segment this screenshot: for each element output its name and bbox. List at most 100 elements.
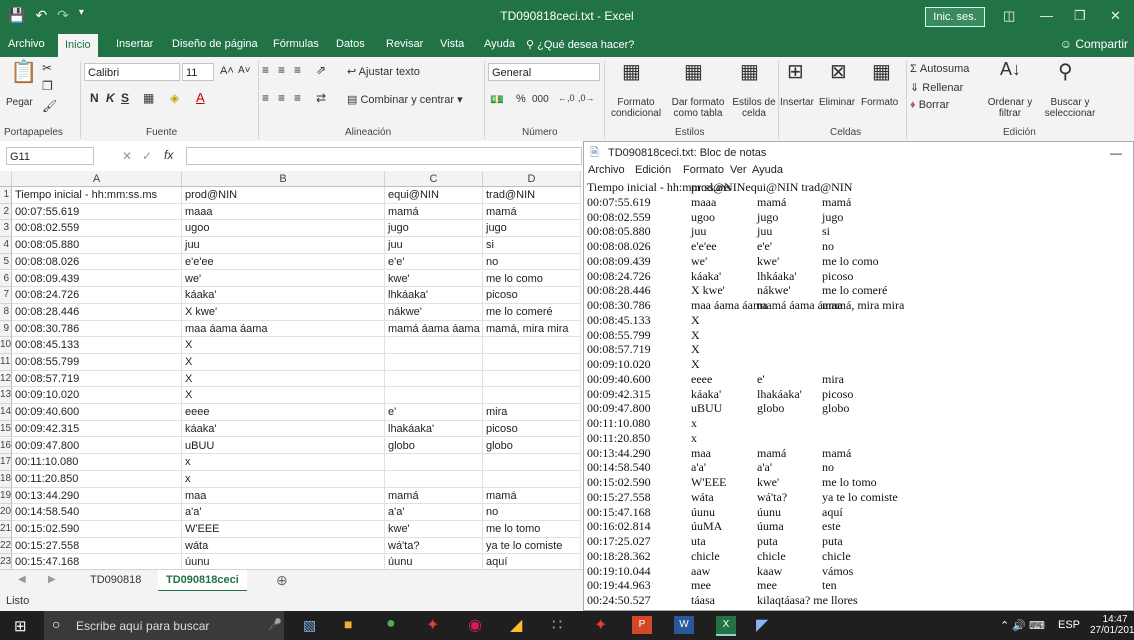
table-cell[interactable]: juu <box>182 237 385 254</box>
table-cell[interactable]: mira <box>483 404 581 421</box>
notepad-menu-archivo[interactable]: Archivo <box>588 164 625 176</box>
sort-filter-icon[interactable]: A↓ <box>1000 59 1021 80</box>
fill-color-icon[interactable]: ◈ <box>170 91 179 105</box>
row-header[interactable]: 9 <box>0 320 12 338</box>
table-cell[interactable]: jugo <box>385 220 483 238</box>
align-middle-icon[interactable]: ≡ <box>278 63 285 77</box>
table-cell[interactable]: me lo tomo <box>483 521 581 538</box>
tab-revisar[interactable]: Revisar <box>386 38 423 50</box>
delete-cells-icon[interactable]: ⊠ <box>830 59 847 84</box>
italic-icon[interactable]: K <box>106 91 115 105</box>
table-cell[interactable]: 00:09:40.600 <box>12 404 182 421</box>
table-cell[interactable]: a'a' <box>182 504 385 521</box>
table-cell[interactable] <box>385 470 483 488</box>
copy-icon[interactable]: ❐ <box>42 79 53 93</box>
table-cell[interactable]: globo <box>483 437 581 455</box>
table-cell[interactable]: maaa <box>182 203 385 221</box>
paste-button[interactable]: Pegar <box>6 97 33 108</box>
table-cell[interactable] <box>483 470 581 488</box>
table-cell[interactable]: mamá <box>385 203 483 221</box>
table-cell[interactable]: W'EEE <box>182 521 385 538</box>
tab-formulas[interactable]: Fórmulas <box>273 38 319 50</box>
table-cell[interactable]: prod@NIN <box>182 187 385 204</box>
table-cell[interactable]: a'a' <box>385 504 483 521</box>
sheet-tab-td090818ceci[interactable]: TD090818ceci <box>158 570 247 592</box>
format-table-icon[interactable]: ▦ <box>684 59 703 84</box>
table-cell[interactable]: lhakáaka' <box>385 420 483 438</box>
tab-diseno[interactable]: Diseño de página <box>172 38 258 50</box>
find-select-button[interactable]: Buscar y seleccionar <box>1040 97 1100 119</box>
row-header[interactable]: 6 <box>0 270 12 288</box>
table-cell[interactable]: jugo <box>483 220 581 238</box>
table-cell[interactable] <box>483 454 581 471</box>
name-box[interactable]: G11 <box>6 147 94 165</box>
table-cell[interactable]: 00:08:24.726 <box>12 287 182 304</box>
table-cell[interactable]: e'e'ee <box>182 253 385 271</box>
cell-styles-icon[interactable]: ▦ <box>740 59 759 84</box>
notepad-menu-formato[interactable]: Formato <box>683 164 724 176</box>
tab-vista[interactable]: Vista <box>440 38 464 50</box>
font-size-select[interactable]: 11 <box>182 63 214 81</box>
spreadsheet-grid[interactable]: A B C D 1 Tiempo inicial - hh:mm:ss.ms pro… <box>0 171 590 569</box>
table-cell[interactable]: mamá <box>483 203 581 221</box>
app-icon-4[interactable]: ∷ <box>552 615 562 635</box>
table-cell[interactable]: 00:08:02.559 <box>12 220 182 238</box>
row-header[interactable]: 14 <box>0 404 12 421</box>
add-sheet-icon[interactable]: ⊕ <box>276 572 288 589</box>
thousands-button[interactable]: 000 <box>532 94 549 105</box>
row-header[interactable]: 13 <box>0 387 12 405</box>
fill-button[interactable]: ⇓ Rellenar <box>910 81 963 94</box>
table-cell[interactable]: 00:08:28.446 <box>12 303 182 321</box>
row-header[interactable]: 4 <box>0 237 12 254</box>
row-header[interactable]: 20 <box>0 504 12 521</box>
row-header[interactable]: 10 <box>0 337 12 354</box>
table-cell[interactable]: 00:08:05.880 <box>12 237 182 254</box>
row-header[interactable]: 8 <box>0 303 12 321</box>
table-cell[interactable]: X <box>182 387 385 405</box>
clock[interactable]: 14:47 27/01/2019 <box>1090 614 1134 636</box>
table-cell[interactable]: 00:15:47.168 <box>12 554 182 569</box>
conditional-format-icon[interactable]: ▦ <box>622 59 641 84</box>
grow-font-icon[interactable]: A˄ <box>220 65 234 77</box>
table-cell[interactable]: 00:08:55.799 <box>12 354 182 371</box>
delete-button[interactable]: Eliminar <box>819 97 855 108</box>
align-top-icon[interactable]: ≡ <box>262 63 269 77</box>
column-header-c[interactable]: C <box>385 171 483 187</box>
table-cell[interactable]: e'e' <box>385 253 483 271</box>
percent-button[interactable]: % <box>516 93 526 105</box>
ribbon-display-icon[interactable]: ◫ <box>1003 8 1015 24</box>
windows-start-icon[interactable]: ⊞ <box>14 617 27 635</box>
align-left-icon[interactable]: ≡ <box>262 91 269 105</box>
close-icon[interactable]: ✕ <box>1110 8 1121 24</box>
table-cell[interactable]: juu <box>385 237 483 254</box>
chrome-icon[interactable]: ● <box>386 615 396 633</box>
table-cell[interactable]: we' <box>182 270 385 288</box>
table-cell[interactable]: 00:09:42.315 <box>12 420 182 438</box>
font-name-select[interactable]: Calibri <box>84 63 180 81</box>
row-header[interactable]: 3 <box>0 220 12 238</box>
insert-button[interactable]: Insertar <box>780 97 814 108</box>
app-icon-1[interactable]: ✦ <box>426 615 439 635</box>
row-header[interactable]: 23 <box>0 554 12 569</box>
row-header[interactable]: 18 <box>0 470 12 488</box>
table-cell[interactable]: picoso <box>483 287 581 304</box>
table-cell[interactable]: si <box>483 237 581 254</box>
select-all-corner[interactable] <box>0 171 12 187</box>
table-cell[interactable]: X kwe' <box>182 303 385 321</box>
table-cell[interactable] <box>483 387 581 405</box>
table-cell[interactable]: káaka' <box>182 420 385 438</box>
table-cell[interactable]: mamá áama áama <box>385 320 483 338</box>
table-cell[interactable]: Tiempo inicial - hh:mm:ss.ms <box>12 187 182 204</box>
font-color-icon[interactable]: A <box>196 90 205 105</box>
increase-decimal-icon[interactable]: ←,0 <box>558 93 575 103</box>
word-icon[interactable]: W <box>674 616 694 634</box>
table-cell[interactable]: me lo comeré <box>483 303 581 321</box>
format-table-button[interactable]: Dar formato como tabla <box>670 97 726 119</box>
row-header[interactable]: 21 <box>0 521 12 538</box>
insert-cells-icon[interactable]: ⊞ <box>787 59 804 84</box>
notepad-minimize-icon[interactable]: — <box>1110 142 1122 164</box>
table-cell[interactable] <box>385 387 483 405</box>
row-header[interactable]: 2 <box>0 203 12 221</box>
notepad-text-area[interactable]: Tiempo inicial - hh:mm:ss.ms prod@NINequi… <box>587 180 1132 610</box>
powerpoint-icon[interactable]: P <box>632 616 652 634</box>
